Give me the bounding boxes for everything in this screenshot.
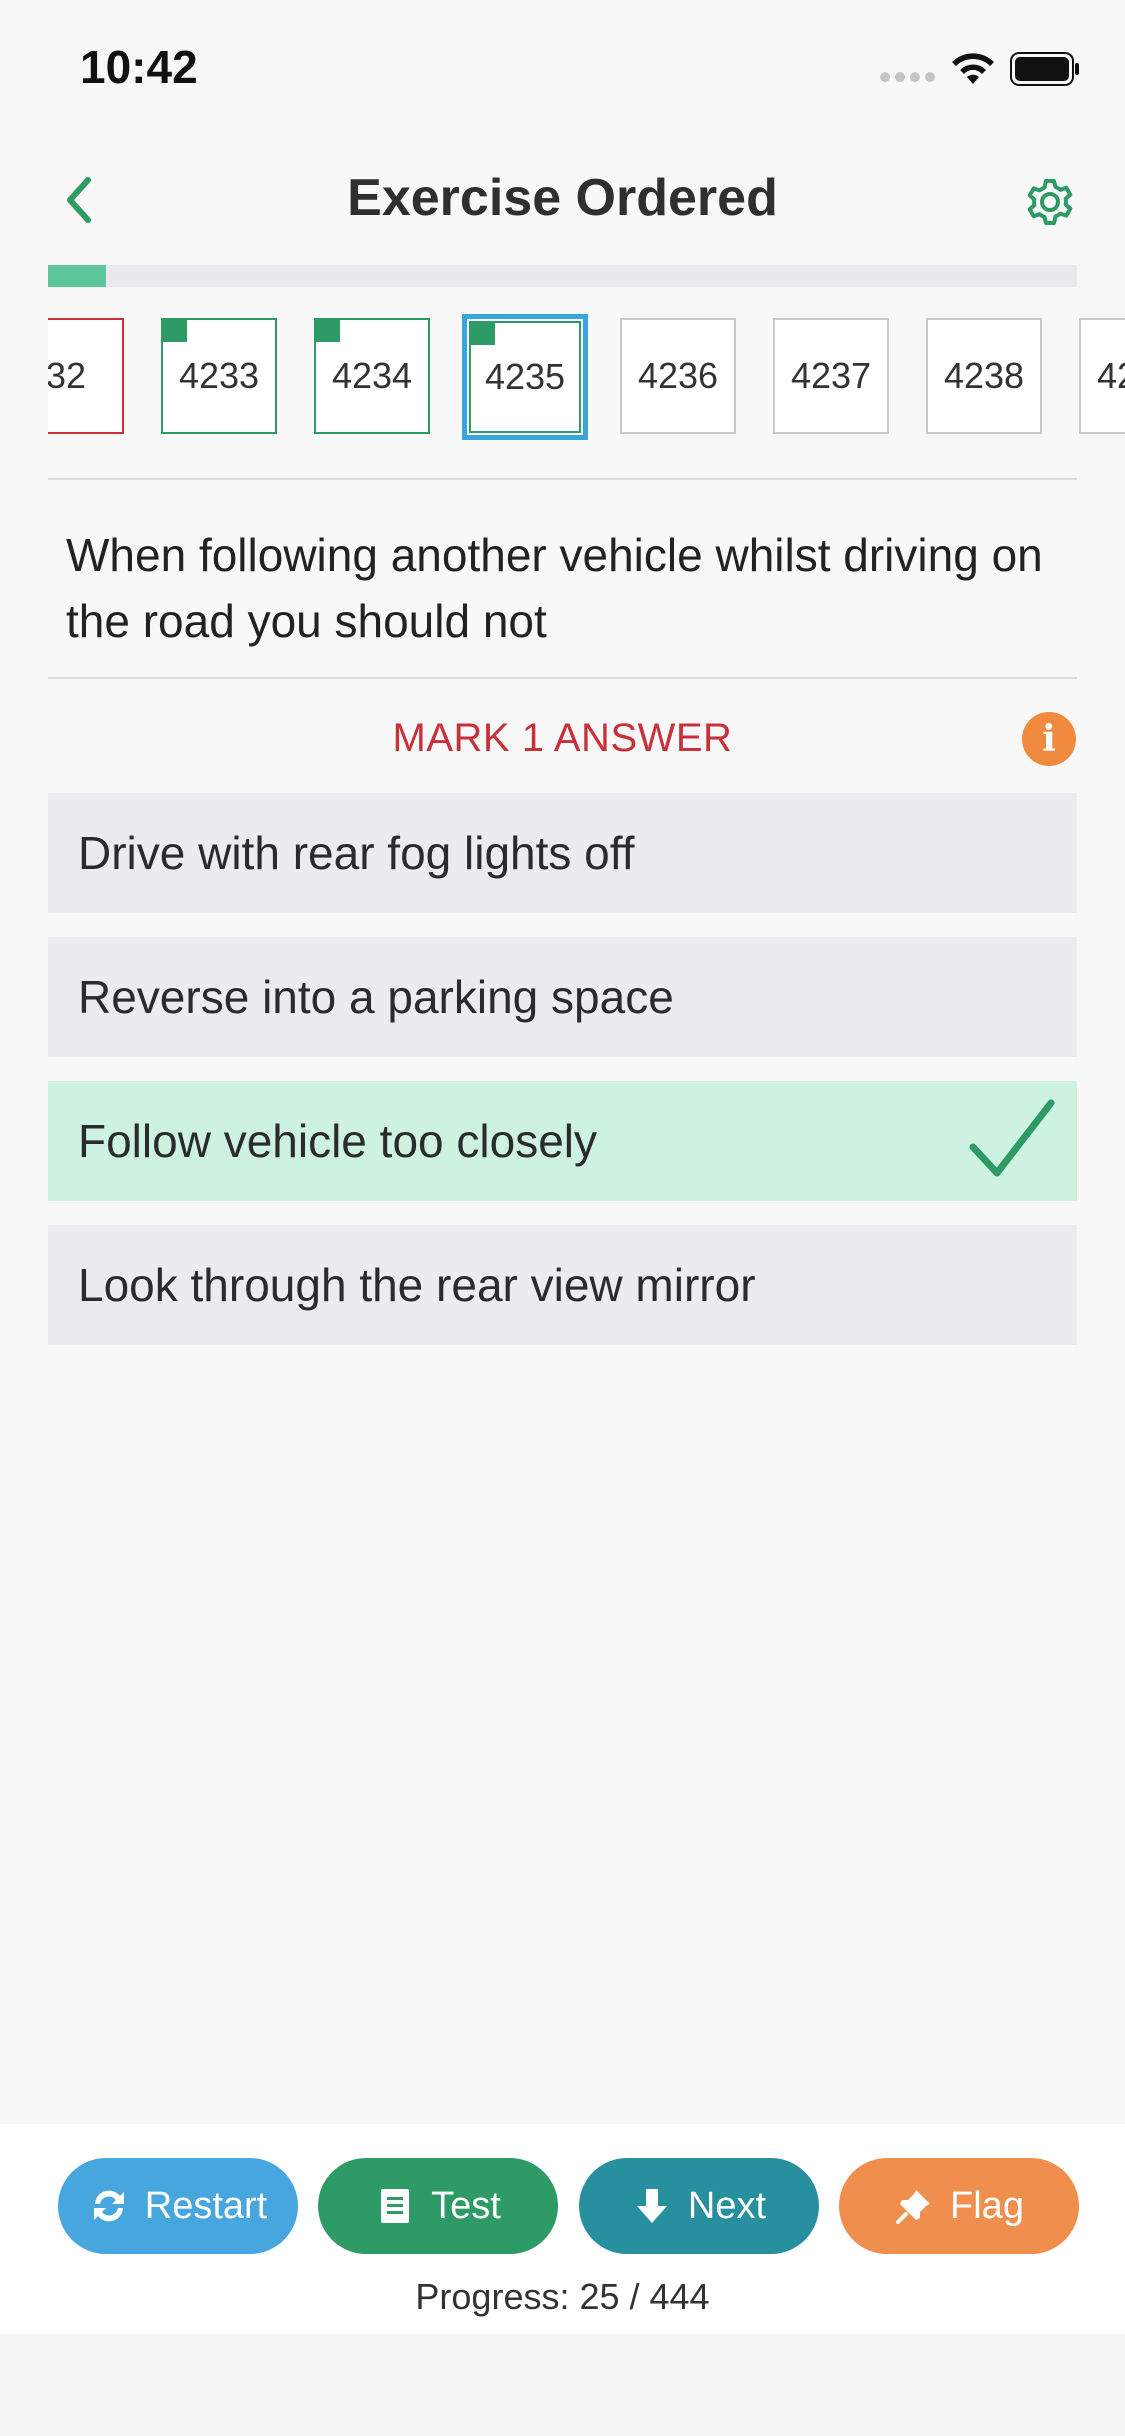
answer-option-3[interactable]: Follow vehicle too closely <box>48 1081 1077 1201</box>
question-number-label: 4239 <box>1096 355 1125 396</box>
question-number-label: 4235 <box>484 356 566 397</box>
question-number-strip[interactable]: 32 4233 4234 4235 4236 4237 4238 4239 <box>48 312 1125 442</box>
answered-marker <box>471 323 495 345</box>
answered-marker <box>316 320 340 342</box>
test-label: Test <box>431 2184 501 2227</box>
mark-answer-label: MARK 1 ANSWER <box>392 716 733 760</box>
next-button[interactable]: Next <box>579 2158 819 2254</box>
nav-bar: Exercise Ordered <box>0 140 1125 260</box>
question-number-4236[interactable]: 4236 <box>620 318 736 434</box>
progress-fill <box>48 265 106 287</box>
next-label: Next <box>687 2184 767 2227</box>
question-number-4233[interactable]: 4233 <box>161 318 277 434</box>
cellular-signal-icon <box>880 70 936 84</box>
battery-icon <box>1010 52 1079 86</box>
question-number-label: 32 <box>48 355 87 396</box>
question-text: When following another vehicle whilst dr… <box>66 529 1043 647</box>
answer-label: Drive with rear fog lights off <box>78 827 635 879</box>
answer-label: Look through the rear view mirror <box>78 1259 756 1311</box>
answer-option-1[interactable]: Drive with rear fog lights off <box>48 793 1077 913</box>
document-icon <box>381 2189 410 2223</box>
divider <box>48 478 1077 480</box>
gear-icon[interactable] <box>1022 174 1078 230</box>
progress-track <box>48 265 1077 287</box>
test-button[interactable]: Test <box>318 2158 558 2254</box>
restart-button[interactable]: Restart <box>58 2158 298 2254</box>
progress-text: Progress: 25 / 444 <box>415 2276 710 2317</box>
status-time: 10:42 <box>80 41 198 93</box>
answer-label: Reverse into a parking space <box>78 971 674 1023</box>
info-icon[interactable]: i <box>1022 712 1076 766</box>
flag-label: Flag <box>950 2184 1024 2227</box>
home-indicator-area <box>0 2334 1125 2436</box>
pin-icon <box>896 2190 931 2224</box>
wifi-icon <box>952 53 994 84</box>
question-number-4238[interactable]: 4238 <box>926 318 1042 434</box>
question-number-label: 4233 <box>178 355 260 396</box>
flag-button[interactable]: Flag <box>839 2158 1079 2254</box>
answer-option-2[interactable]: Reverse into a parking space <box>48 937 1077 1057</box>
checkmark-icon <box>969 1099 1055 1177</box>
question-number-4239[interactable]: 4239 <box>1079 318 1125 434</box>
question-number-label: 4234 <box>331 355 413 396</box>
question-number-label: 4237 <box>790 355 872 396</box>
question-number-32[interactable]: 32 <box>48 318 124 434</box>
refresh-icon <box>93 2190 124 2222</box>
answer-option-4[interactable]: Look through the rear view mirror <box>48 1225 1077 1345</box>
arrow-down-icon <box>636 2189 667 2223</box>
divider <box>48 677 1077 679</box>
answer-label: Follow vehicle too closely <box>78 1115 598 1167</box>
question-number-label: 4236 <box>637 355 719 396</box>
restart-label: Restart <box>144 2184 268 2227</box>
question-number-4235[interactable]: 4235 <box>462 314 588 440</box>
question-number-label: 4238 <box>943 355 1025 396</box>
question-number-4237[interactable]: 4237 <box>773 318 889 434</box>
status-bar: 10:42 <box>0 0 1125 132</box>
question-number-4234[interactable]: 4234 <box>314 318 430 434</box>
page-title: Exercise Ordered <box>347 169 778 227</box>
answered-marker <box>163 320 187 342</box>
screen: 10:42 Exercise Ordered 32 4233 4234 4235 423… <box>0 0 1125 2436</box>
bottom-toolbar: Restart Test Next Flag Progress: 25 / 44… <box>0 2124 1125 2334</box>
